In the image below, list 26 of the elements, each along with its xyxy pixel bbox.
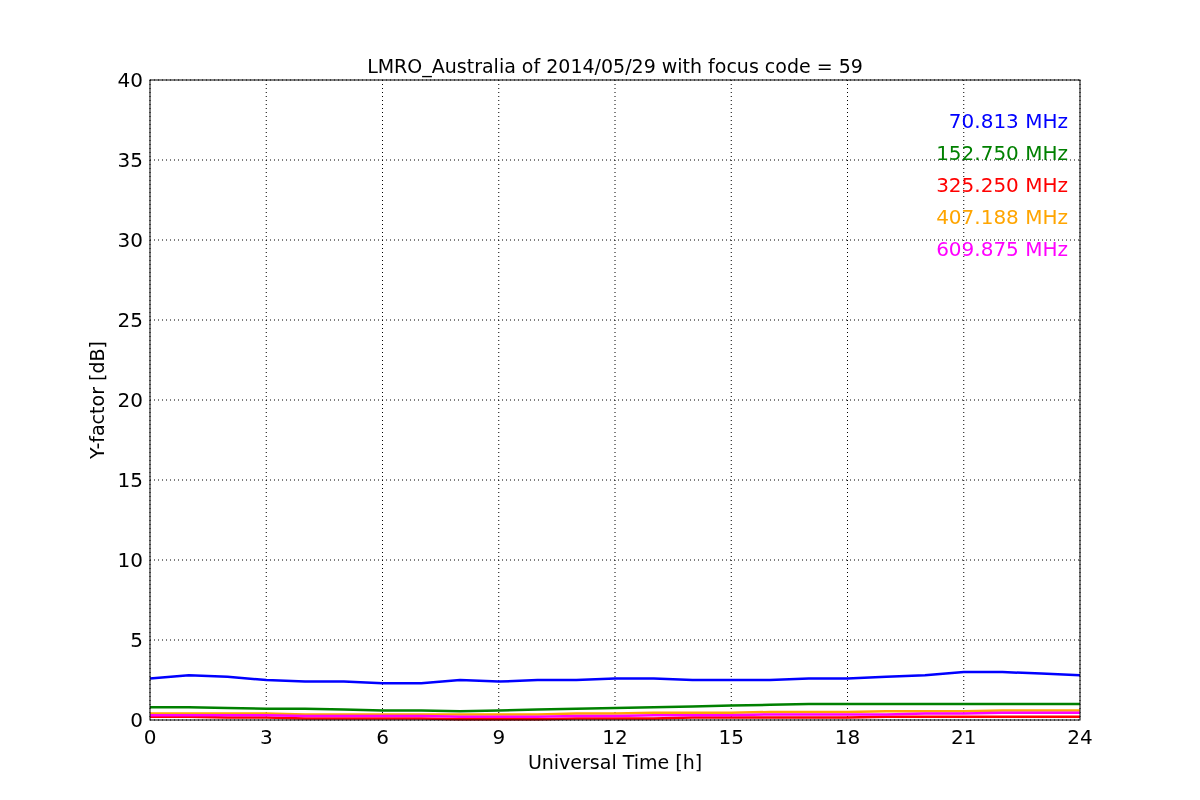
tick-label: 18 xyxy=(834,725,861,749)
tick-label: 10 xyxy=(117,548,143,572)
tick-label: 35 xyxy=(117,148,143,172)
tick-label: 12 xyxy=(602,725,628,749)
legend-label: 70.813 MHz xyxy=(948,109,1068,133)
tick-label: 15 xyxy=(117,468,143,492)
chart-title: LMRO_Australia of 2014/05/29 with focus code = 59 xyxy=(367,55,863,77)
legend-label: 609.875 MHz xyxy=(936,237,1068,261)
legend-label: 407.188 MHz xyxy=(936,205,1068,229)
tick-label: 40 xyxy=(117,68,143,92)
tick-label: 21 xyxy=(951,725,977,749)
y-axis-label: Y-factor [dB] xyxy=(86,341,108,459)
tick-label: 24 xyxy=(1067,725,1093,749)
tick-label: 5 xyxy=(130,628,143,652)
tick-label: 3 xyxy=(259,725,273,749)
tick-label: 30 xyxy=(117,228,143,252)
legend-label: 152.750 MHz xyxy=(936,141,1068,165)
legend-label: 325.250 MHz xyxy=(936,173,1068,197)
tick-label: 20 xyxy=(117,388,143,412)
tick-label: 9 xyxy=(492,725,506,749)
tick-label: 6 xyxy=(376,725,389,749)
tick-label: 0 xyxy=(130,708,143,732)
tick-label: 15 xyxy=(718,725,744,749)
x-axis-label: Universal Time [h] xyxy=(527,751,703,773)
tick-label: 0 xyxy=(143,725,157,749)
tick-label: 25 xyxy=(117,308,143,332)
